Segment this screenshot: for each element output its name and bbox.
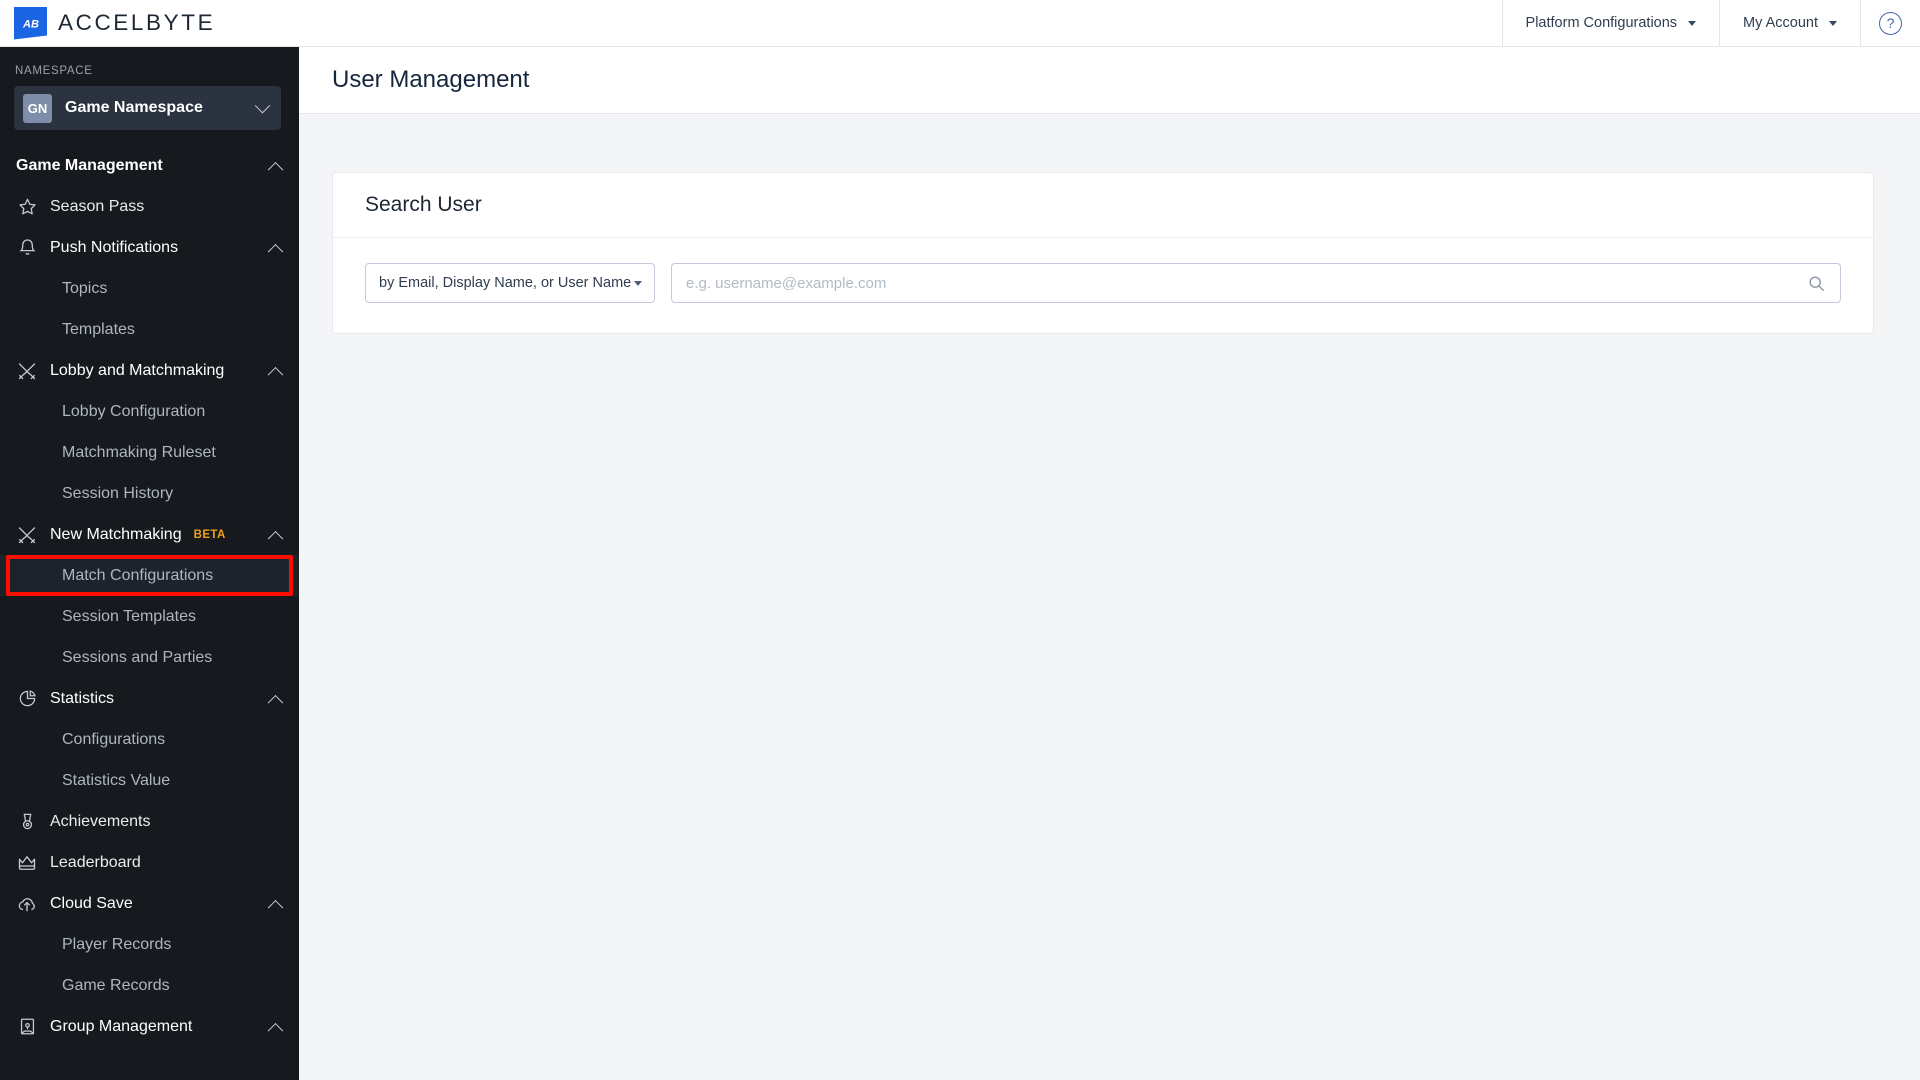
search-input-wrapper[interactable] [671, 263, 1841, 303]
star-icon [16, 197, 38, 216]
sidebar-item-lobby-configuration[interactable]: Lobby Configuration [0, 391, 299, 432]
search-user-card: Search User by Email, Display Name, or U… [332, 172, 1874, 334]
sidebar-item-push-notifications[interactable]: Push Notifications [0, 227, 299, 268]
search-user-card-body: by Email, Display Name, or User Name [333, 238, 1873, 333]
page-header: User Management [299, 47, 1920, 114]
chevron-up-icon [267, 694, 284, 711]
swords-icon [16, 361, 38, 381]
sidebar-item-cloud-save[interactable]: Cloud Save [0, 883, 299, 924]
namespace-avatar: GN [23, 93, 52, 123]
sidebar-item-label: Topics [62, 279, 108, 297]
sidebar-item-session-templates[interactable]: Session Templates [0, 596, 299, 637]
sidebar-nav: Game Management Season Pass Push Notificat… [0, 136, 299, 1047]
sidebar-item-label: Group Management [50, 1017, 193, 1035]
my-account-label: My Account [1743, 15, 1818, 31]
sidebar-item-label: Statistics [50, 689, 115, 707]
sidebar-item-lobby-and-matchmaking[interactable]: Lobby and Matchmaking [0, 350, 299, 391]
sidebar-item-statistics[interactable]: Statistics [0, 678, 299, 719]
sidebar-item-new-matchmaking[interactable]: New Matchmaking BETA [0, 514, 299, 555]
chevron-down-icon [1829, 20, 1837, 26]
sidebar-item-player-records[interactable]: Player Records [0, 924, 299, 965]
beta-badge: BETA [193, 528, 226, 541]
sidebar-item-label: Matchmaking Ruleset [62, 443, 216, 461]
chevron-down-icon [634, 280, 642, 286]
chevron-up-icon [267, 161, 284, 178]
chevron-down-icon [254, 97, 271, 113]
sidebar-item-label: Player Records [62, 935, 172, 953]
brand-logo[interactable]: AB ACCELBYTE [0, 6, 216, 40]
main-content: User Management Search User by Email, Di… [299, 47, 1920, 1080]
pie-chart-icon [16, 689, 38, 708]
sidebar-item-label: Statistics Value [62, 771, 171, 789]
page-title: User Management [332, 66, 530, 93]
bell-icon [16, 238, 38, 257]
sidebar-item-label: Sessions and Parties [62, 648, 213, 666]
swords-icon [16, 525, 38, 545]
chevron-up-icon [267, 366, 284, 383]
top-bar: AB ACCELBYTE Platform Configurations My … [0, 0, 1920, 47]
brand-name: ACCELBYTE [58, 10, 216, 35]
search-user-card-header: Search User [333, 173, 1873, 238]
crown-icon [16, 853, 38, 873]
chevron-up-icon [267, 899, 284, 916]
namespace-selector[interactable]: GN Game Namespace [14, 86, 281, 130]
chevron-up-icon [267, 1022, 284, 1039]
sidebar-item-label: Lobby Configuration [62, 402, 206, 420]
sidebar-item-label: Templates [62, 320, 135, 338]
help-circle-icon: ? [1879, 11, 1902, 35]
sidebar-item-leaderboard[interactable]: Leaderboard [0, 842, 299, 883]
search-filter-dropdown[interactable]: by Email, Display Name, or User Name [365, 263, 655, 303]
search-filter-value: by Email, Display Name, or User Name [379, 275, 632, 291]
sidebar-item-label: Lobby and Matchmaking [50, 361, 225, 379]
platform-configurations-menu[interactable]: Platform Configurations [1501, 0, 1720, 47]
sidebar-item-label: Cloud Save [50, 894, 133, 912]
sidebar-item-statistics-value[interactable]: Statistics Value [0, 760, 299, 801]
sidebar-item-configurations[interactable]: Configurations [0, 719, 299, 760]
help-button[interactable]: ? [1860, 0, 1920, 47]
search-input[interactable] [686, 274, 1806, 292]
platform-configurations-label: Platform Configurations [1525, 15, 1678, 31]
sidebar-item-label: Season Pass [50, 197, 145, 215]
namespace-block: NAMESPACE GN Game Namespace [0, 47, 299, 136]
sidebar-item-session-history[interactable]: Session History [0, 473, 299, 514]
sidebar-item-achievements[interactable]: Achievements [0, 801, 299, 842]
sidebar-item-group-management[interactable]: Group Management [0, 1006, 299, 1047]
search-user-title: Search User [365, 193, 482, 216]
namespace-name: Game Namespace [65, 99, 203, 116]
sidebar: NAMESPACE GN Game Namespace Game Managem… [0, 47, 299, 1080]
sidebar-item-match-configurations[interactable]: Match Configurations [0, 555, 299, 596]
sidebar-item-topics[interactable]: Topics [0, 268, 299, 309]
sidebar-item-game-records[interactable]: Game Records [0, 965, 299, 1006]
sidebar-item-label: Match Configurations [62, 566, 214, 584]
sidebar-item-label: Achievements [50, 812, 151, 830]
medal-icon [16, 812, 38, 831]
sidebar-section-game-management[interactable]: Game Management [0, 145, 299, 186]
chevron-down-icon [1688, 20, 1697, 26]
sidebar-item-label: Session History [62, 484, 174, 502]
chevron-up-icon [267, 243, 284, 260]
top-navigation: Platform Configurations My Account ? [1501, 0, 1920, 47]
my-account-menu[interactable]: My Account [1719, 0, 1860, 47]
sidebar-item-label: Leaderboard [50, 853, 141, 871]
sidebar-item-label: New Matchmaking [50, 525, 182, 543]
sidebar-item-label: Push Notifications [50, 238, 179, 256]
sidebar-item-label: Game Records [62, 976, 170, 994]
sidebar-item-label: Session Templates [62, 607, 196, 625]
namespace-label: NAMESPACE [15, 65, 93, 77]
sidebar-section-label: Game Management [16, 156, 163, 174]
sidebar-item-matchmaking-ruleset[interactable]: Matchmaking Ruleset [0, 432, 299, 473]
banner-icon [16, 1017, 38, 1036]
sidebar-item-label: Configurations [62, 730, 166, 748]
cloud-upload-icon [16, 894, 38, 914]
sidebar-item-season-pass[interactable]: Season Pass [0, 186, 299, 227]
accelbyte-mark-icon: AB [14, 6, 47, 40]
sidebar-item-sessions-and-parties[interactable]: Sessions and Parties [0, 637, 299, 678]
sidebar-item-templates[interactable]: Templates [0, 309, 299, 350]
svg-text:AB: AB [22, 19, 39, 31]
search-icon[interactable] [1806, 273, 1826, 293]
chevron-up-icon [267, 530, 284, 547]
